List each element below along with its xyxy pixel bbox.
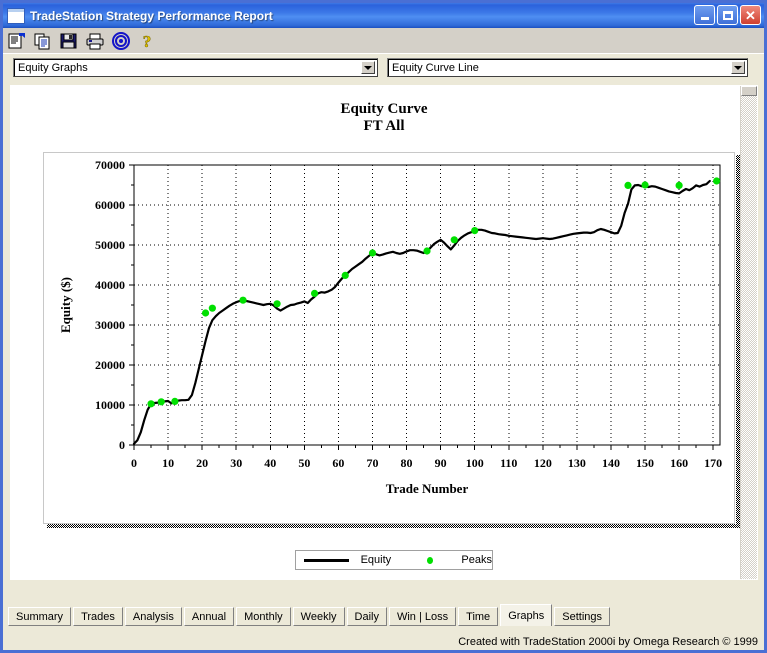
vertical-scrollbar[interactable]	[740, 86, 757, 579]
x-tick-label: 90	[435, 456, 447, 470]
chevron-down-icon[interactable]	[361, 61, 375, 74]
peak-marker	[273, 300, 281, 308]
graph-type-value: Equity Curve Line	[392, 61, 479, 74]
x-tick-label: 130	[568, 456, 586, 470]
y-tick-label: 70000	[95, 158, 125, 172]
equity-line	[132, 179, 711, 445]
x-axis-label: Trade Number	[386, 481, 469, 496]
x-tick-label: 80	[401, 456, 413, 470]
chevron-down-icon[interactable]	[731, 61, 745, 74]
x-tick-label: 30	[230, 456, 242, 470]
save-icon[interactable]	[59, 31, 79, 51]
peak-marker	[423, 247, 431, 255]
toolbar: ?	[3, 28, 764, 54]
tab-trades[interactable]: Trades	[73, 607, 123, 626]
x-tick-label: 50	[298, 456, 310, 470]
y-tick-label: 60000	[95, 198, 125, 212]
x-tick-label: 70	[366, 456, 378, 470]
y-tick-label: 10000	[95, 398, 125, 412]
x-tick-label: 10	[162, 456, 174, 470]
app-window: TradeStation Strategy Performance Report…	[0, 0, 767, 653]
x-tick-label: 60	[332, 456, 344, 470]
tab-monthly[interactable]: Monthly	[236, 607, 291, 626]
footer-credit: Created with TradeStation 2000i by Omega…	[458, 636, 758, 648]
y-tick-label: 30000	[95, 318, 125, 332]
y-tick-label: 0	[119, 438, 125, 452]
window-icon	[7, 7, 25, 24]
x-tick-label: 120	[534, 456, 552, 470]
peak-marker	[675, 181, 683, 189]
y-tick-label: 40000	[95, 278, 125, 292]
report-properties-icon[interactable]	[7, 31, 27, 51]
legend-peaks-label: Peaks	[461, 554, 492, 566]
y-tick-label: 20000	[95, 358, 125, 372]
x-tick-label: 0	[131, 456, 137, 470]
svg-text:?: ?	[143, 32, 152, 51]
close-button[interactable]: ✕	[740, 5, 761, 25]
tab-annual[interactable]: Annual	[183, 607, 235, 626]
equity-curve-chart: 0 10000 20000 30000 40000 50000 60000 70000 0 10 2…	[58, 158, 722, 496]
legend-equity-label: Equity	[360, 554, 392, 566]
help-icon[interactable]: ?	[137, 31, 157, 51]
tab-bar: Summary Trades Analysis Annual Monthly Weekly…	[8, 604, 759, 626]
report-type-value: Equity Graphs	[18, 61, 88, 74]
window-title: TradeStation Strategy Performance Report	[30, 8, 273, 23]
title-bar: TradeStation Strategy Performance Report…	[3, 3, 764, 28]
y-tick-label: 50000	[95, 238, 125, 252]
peak-marker	[208, 304, 216, 312]
window-controls: ✕	[694, 5, 761, 25]
legend-equity-line-icon	[304, 558, 349, 562]
target-icon[interactable]	[111, 31, 131, 51]
plot-frame	[133, 164, 721, 446]
peak-marker	[641, 181, 649, 189]
report-type-select[interactable]: Equity Graphs	[13, 58, 378, 77]
tab-win-loss[interactable]: Win | Loss	[388, 607, 457, 626]
tab-summary[interactable]: Summary	[8, 607, 72, 626]
scrollbar-thumb[interactable]	[741, 86, 757, 96]
peak-marker	[624, 181, 632, 189]
peak-marker	[239, 296, 247, 304]
x-tick-label: 40	[264, 456, 276, 470]
tab-settings[interactable]: Settings	[554, 607, 611, 626]
chart-title: Equity Curve FT All	[11, 101, 757, 135]
tab-graphs[interactable]: Graphs	[500, 604, 553, 626]
peak-marker	[471, 227, 479, 235]
peak-marker	[450, 236, 458, 244]
peak-marker	[310, 289, 319, 297]
legend-peaks-dot-icon	[427, 556, 434, 564]
minimize-button[interactable]	[694, 5, 715, 25]
peak-marker	[201, 309, 210, 317]
peak-marker	[171, 397, 179, 405]
tab-weekly[interactable]: Weekly	[292, 607, 345, 626]
tab-analysis[interactable]: Analysis	[124, 607, 182, 626]
maximize-button[interactable]	[717, 5, 738, 25]
x-tick-label: 110	[500, 456, 517, 470]
peak-marker	[147, 400, 155, 408]
peak-marker	[341, 271, 349, 279]
peak-marker	[157, 398, 165, 406]
copy-icon[interactable]	[33, 31, 53, 51]
x-tick-label: 100	[466, 456, 484, 470]
chart-title-line2: FT All	[363, 118, 405, 134]
x-tick-label: 170	[704, 456, 722, 470]
x-tick-label: 150	[636, 456, 654, 470]
graph-type-select[interactable]: Equity Curve Line	[387, 58, 748, 77]
peak-marker	[368, 249, 377, 257]
report-panel: Equity Curve FT All 0 10000 20000 30000 4000…	[10, 85, 758, 580]
tab-time[interactable]: Time	[458, 607, 499, 626]
tab-daily[interactable]: Daily	[346, 607, 387, 626]
plot-area: 0 10000 20000 30000 40000 50000 60000 70000 0 10 2…	[43, 152, 737, 526]
y-axis-label: Equity ($)	[58, 277, 73, 333]
x-tick-label: 160	[670, 456, 688, 470]
x-tick-label: 140	[602, 456, 620, 470]
chart-title-line1: Equity Curve	[340, 101, 428, 117]
chart-legend: Equity Peaks	[295, 550, 493, 570]
x-tick-label: 20	[196, 456, 208, 470]
print-icon[interactable]	[85, 31, 105, 51]
peak-marker	[712, 177, 721, 185]
